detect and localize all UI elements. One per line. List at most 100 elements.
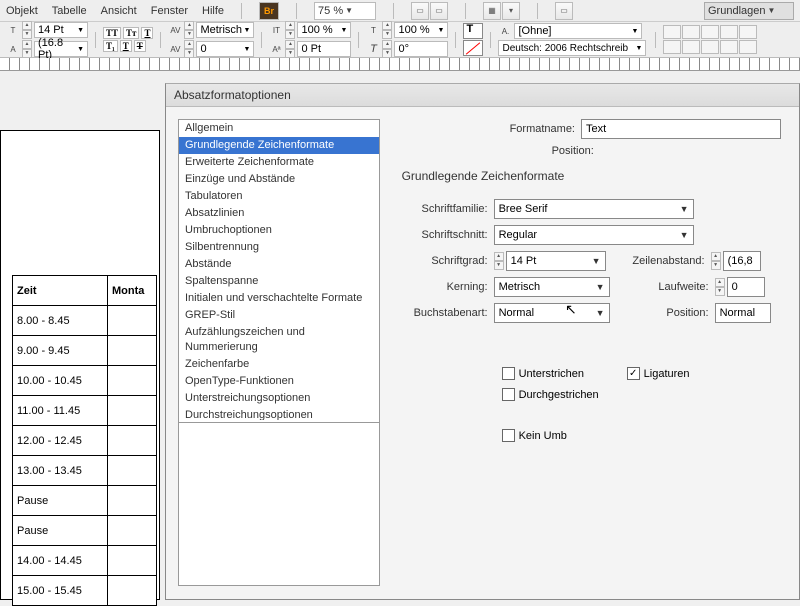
font-size-input[interactable]: 14 Pt▼: [34, 22, 88, 38]
smallcaps-icon[interactable]: Tт: [123, 27, 139, 39]
table-cell[interactable]: 14.00 - 14.45: [13, 546, 108, 576]
workspace-dropdown[interactable]: Grundlagen▼: [704, 2, 794, 20]
category-item[interactable]: Zeichenfarbe: [179, 356, 379, 373]
charstyle-dropdown[interactable]: [Ohne]▼: [514, 23, 642, 39]
allcaps-icon[interactable]: TT: [103, 27, 121, 39]
category-item[interactable]: Allgemein: [179, 120, 379, 137]
table-cell[interactable]: [108, 366, 157, 396]
category-item[interactable]: Umbruchoptionen: [179, 222, 379, 239]
schriftschnitt-combo[interactable]: Regular▼: [494, 225, 694, 245]
bridge-icon[interactable]: Br: [259, 2, 279, 20]
table-cell[interactable]: 12.00 - 12.45: [13, 426, 108, 456]
category-item[interactable]: Erweiterte Zeichenformate: [179, 154, 379, 171]
table-cell[interactable]: 15.00 - 15.45: [13, 576, 108, 606]
table-cell[interactable]: [108, 456, 157, 486]
table-cell[interactable]: Pause: [13, 516, 108, 546]
table-cell[interactable]: [108, 396, 157, 426]
kerning-combo[interactable]: Metrisch▼: [494, 277, 610, 297]
align-center-icon[interactable]: [682, 25, 700, 39]
position-combo[interactable]: Normal: [715, 303, 771, 323]
durchgestrichen-checkbox[interactable]: Durchgestrichen: [502, 388, 599, 401]
category-item[interactable]: Grundlegende Zeichenformate: [179, 137, 379, 154]
align-away-icon[interactable]: [720, 40, 738, 54]
schriftgrad-combo[interactable]: 14 Pt▼: [506, 251, 606, 271]
tracking-input[interactable]: 0▼: [196, 41, 254, 57]
table-cell[interactable]: [108, 486, 157, 516]
formatname-field[interactable]: Text: [581, 119, 781, 139]
kerning-dropdown[interactable]: Metrisch▼: [196, 22, 254, 38]
skew-input[interactable]: 0°: [394, 41, 448, 57]
table-cell[interactable]: 10.00 - 10.45: [13, 366, 108, 396]
justify-all-icon[interactable]: [739, 25, 757, 39]
skew-spinner[interactable]: ▲▼: [382, 40, 392, 58]
table-cell[interactable]: [108, 306, 157, 336]
arrange-icon[interactable]: ▦: [483, 2, 501, 20]
align-right-icon[interactable]: [701, 25, 719, 39]
table-cell[interactable]: [108, 336, 157, 366]
menu-ansicht[interactable]: Ansicht: [101, 5, 137, 17]
table-cell[interactable]: [108, 426, 157, 456]
table-cell[interactable]: [108, 516, 157, 546]
arrange-dropdown-icon[interactable]: ▾: [502, 2, 520, 20]
table-cell[interactable]: [108, 546, 157, 576]
strikethrough-icon[interactable]: T: [134, 40, 146, 52]
zeilenabstand-spinner[interactable]: ▲▼: [711, 252, 721, 270]
underline-icon[interactable]: T: [120, 40, 132, 52]
horizontal-ruler[interactable]: [0, 58, 800, 71]
category-item[interactable]: Durchstreichungsoptionen: [179, 407, 379, 420]
justify-full-icon[interactable]: [739, 40, 757, 54]
schedule-table[interactable]: ZeitMonta 8.00 - 8.45 9.00 - 9.45 10.00 …: [12, 275, 157, 606]
category-item[interactable]: OpenType-Funktionen: [179, 373, 379, 390]
category-item[interactable]: Einzüge und Abstände: [179, 171, 379, 188]
baseline-input[interactable]: 0 Pt: [297, 41, 351, 57]
subscript-icon[interactable]: T₁: [103, 40, 118, 52]
language-dropdown[interactable]: Deutsch: 2006 Rechtschreib▼: [498, 40, 646, 56]
justify-left-icon[interactable]: [720, 25, 738, 39]
category-item[interactable]: Initialen und verschachtelte Formate: [179, 290, 379, 307]
category-list[interactable]: AllgemeinGrundlegende ZeichenformateErwe…: [178, 119, 380, 586]
align-toward-icon[interactable]: [701, 40, 719, 54]
baseline-spinner[interactable]: ▲▼: [285, 40, 295, 58]
table-cell[interactable]: 11.00 - 11.45: [13, 396, 108, 426]
category-item[interactable]: Abstände: [179, 256, 379, 273]
vscale-spinner[interactable]: ▲▼: [285, 21, 295, 39]
menu-objekt[interactable]: Objekt: [6, 5, 38, 17]
table-cell[interactable]: Pause: [13, 486, 108, 516]
kerning-spinner[interactable]: ▲▼: [184, 21, 194, 39]
justify-right-icon[interactable]: [682, 40, 700, 54]
schriftgrad-spinner[interactable]: ▲▼: [494, 252, 504, 270]
stroke-swatch-icon[interactable]: [463, 40, 483, 56]
zeilenabstand-field[interactable]: (16,8: [723, 251, 761, 271]
buchstabenart-combo[interactable]: Normal▼: [494, 303, 610, 323]
tracking-spinner[interactable]: ▲▼: [184, 40, 194, 58]
category-item[interactable]: Tabulatoren: [179, 188, 379, 205]
screen-mode-icon[interactable]: ▭: [555, 2, 573, 20]
category-item[interactable]: GREP-Stil: [179, 307, 379, 324]
table-cell[interactable]: 13.00 - 13.45: [13, 456, 108, 486]
table-cell[interactable]: [108, 576, 157, 606]
table-cell[interactable]: 8.00 - 8.45: [13, 306, 108, 336]
zoom-dropdown[interactable]: 75 %▼: [314, 2, 376, 20]
hscale-spinner[interactable]: ▲▼: [382, 21, 392, 39]
view-mode-icon[interactable]: ▭: [430, 2, 448, 20]
view-mode-icon[interactable]: ▭: [411, 2, 429, 20]
justify-center-icon[interactable]: [663, 40, 681, 54]
ligaturen-checkbox[interactable]: ✓Ligaturen: [627, 367, 690, 380]
unterstrichen-checkbox[interactable]: Unterstrichen: [502, 367, 599, 380]
category-item[interactable]: Spaltenspanne: [179, 273, 379, 290]
category-item[interactable]: Aufzählungszeichen und Nummerierung: [179, 324, 379, 356]
table-cell[interactable]: 9.00 - 9.45: [13, 336, 108, 366]
leading-spinner[interactable]: ▲▼: [22, 40, 32, 58]
font-size-spinner[interactable]: ▲▼: [22, 21, 32, 39]
hscale-input[interactable]: 100 %▼: [394, 22, 448, 38]
align-left-icon[interactable]: [663, 25, 681, 39]
laufweite-field[interactable]: 0: [727, 277, 765, 297]
menu-tabelle[interactable]: Tabelle: [52, 5, 87, 17]
kein-umbruch-checkbox[interactable]: Kein Umb: [502, 429, 567, 442]
category-item[interactable]: Silbentrennung: [179, 239, 379, 256]
category-item[interactable]: Absatzlinien: [179, 205, 379, 222]
superscript-icon[interactable]: T: [141, 27, 153, 39]
vscale-input[interactable]: 100 %▼: [297, 22, 351, 38]
laufweite-spinner[interactable]: ▲▼: [715, 278, 725, 296]
schriftfamilie-combo[interactable]: Bree Serif▼: [494, 199, 694, 219]
